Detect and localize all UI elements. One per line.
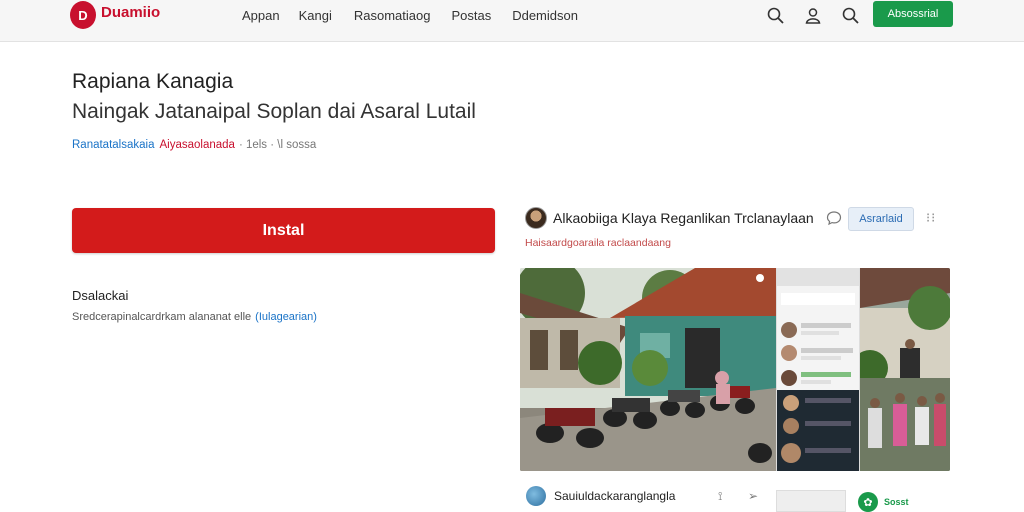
description-body: Sredcerapinalcardrkam alananat elle: [72, 311, 252, 323]
app-meta: Ranatatalsakaia Aiyasaolanada · 1els · \l …: [72, 139, 316, 151]
people-photo-image: [860, 268, 950, 471]
publisher-avatar[interactable]: [525, 207, 547, 229]
comment-icon[interactable]: [826, 210, 842, 226]
follow-button[interactable]: Asrarlaid: [848, 207, 914, 231]
screenshot-people[interactable]: [860, 268, 950, 471]
more-options-icon[interactable]: ⁝⁝: [926, 210, 936, 226]
village-scene-image: [520, 268, 776, 471]
app-title: Rapiana Kanagia: [72, 70, 234, 93]
nav-item-4[interactable]: Postas: [451, 8, 491, 23]
category-link[interactable]: Aiyasaolanada: [159, 139, 234, 151]
meta-details: · 1els · \l sossa: [238, 139, 317, 151]
screenshot-app-chat[interactable]: [777, 268, 859, 471]
screenshot-village[interactable]: [520, 268, 776, 471]
screenshot-gallery[interactable]: [520, 268, 950, 471]
pin-icon[interactable]: ⟟: [718, 489, 722, 504]
nav-item-1[interactable]: Appan: [242, 8, 280, 23]
search-icon[interactable]: [841, 6, 861, 26]
share-icon[interactable]: ✿: [858, 492, 878, 512]
bottom-thumbnail[interactable]: [776, 490, 846, 512]
developer-link[interactable]: Ranatatalsakaia: [72, 139, 154, 151]
nav-item-2[interactable]: Kangi: [299, 8, 332, 23]
app-subtitle: Naingak Jatanaipal Soplan dai Asaral Lut…: [72, 100, 476, 123]
send-icon[interactable]: ➢: [748, 489, 758, 503]
main-nav: Appan Kangi Rasomatiaog Postas Ddemidson: [242, 8, 600, 23]
signin-button[interactable]: Absossrial: [873, 1, 953, 27]
chat-screen-image: [777, 268, 859, 471]
logo-text: Duamiio: [101, 0, 160, 21]
bottom-publisher-name[interactable]: Sauiuldackaranglangla: [554, 489, 675, 503]
logo-name: Duamiio: [101, 4, 161, 21]
site-logo[interactable]: D Duamiio: [70, 0, 160, 29]
card-title: Alkaobiiga Klaya Reganlikan Trclanaylaan: [553, 210, 814, 226]
nav-item-5[interactable]: Ddemidson: [512, 8, 578, 23]
description-title: Dsalackai: [72, 288, 129, 303]
share-label[interactable]: Sosst: [884, 497, 909, 507]
user-icon[interactable]: [803, 6, 823, 26]
bottom-publisher-avatar[interactable]: [526, 486, 546, 506]
card-subtitle: Haisaardgoaraila raclaandaang: [525, 237, 671, 249]
top-navigation-bar: D Duamiio Appan Kangi Rasomatiaog Postas…: [0, 0, 1024, 42]
read-more-link[interactable]: (Iulagearian): [255, 311, 317, 323]
logo-mark-icon: D: [70, 1, 96, 29]
search-icon[interactable]: [766, 6, 786, 26]
description-text: Sredcerapinalcardrkam alananat elle (Iula…: [72, 311, 317, 323]
install-button[interactable]: Instal: [72, 208, 495, 253]
nav-item-3[interactable]: Rasomatiaog: [354, 8, 431, 23]
